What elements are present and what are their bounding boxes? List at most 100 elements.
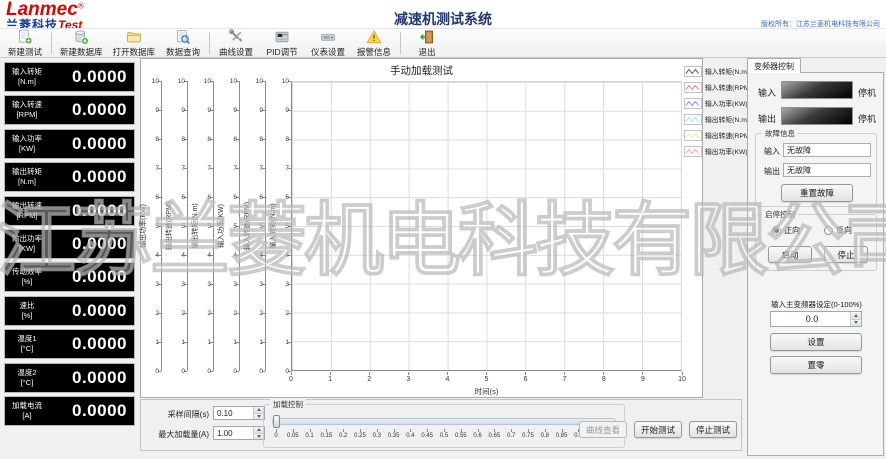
tab-inverter-control[interactable]: 变频器控制 [747, 58, 801, 73]
readout-name: 输出转矩 [12, 167, 42, 177]
x-tick-label: 6 [523, 376, 528, 383]
readout-name: 输入转速 [12, 100, 42, 110]
x-tick-mark [446, 372, 448, 375]
fault-info-group-title: 故障信息 [762, 128, 798, 139]
start-button[interactable]: 启动 [768, 246, 812, 263]
run-control-group: 启停控制 正向 反向 启动 停止 [755, 209, 877, 271]
readout-value: 0.0000 [72, 100, 127, 119]
max-load-input[interactable] [213, 426, 265, 440]
slider-tick-mark [494, 429, 496, 432]
toolbar-button-label: 曲线设置 [219, 46, 254, 57]
slider-tick-mark [477, 429, 479, 432]
forward-radio-label: 正向 [784, 226, 800, 235]
x-tick-label: 10 [678, 376, 686, 383]
readout-unit: [°C] [20, 378, 34, 387]
load-slider-thumb[interactable] [273, 415, 280, 428]
x-tick-label: 2 [367, 376, 372, 383]
setpoint-spinner[interactable] [850, 312, 861, 326]
set-button[interactable]: 设置 [770, 333, 862, 351]
x-axis-label: 时间(s) [474, 387, 499, 396]
legend-item: 输出转矩(N.m) [684, 111, 750, 127]
curve-view-button[interactable]: 曲线查看 [579, 421, 627, 438]
reverse-radio[interactable]: 反向 [824, 225, 852, 236]
slider-tick-mark [393, 429, 395, 432]
readout-value: 0.0000 [72, 167, 127, 186]
forward-radio[interactable]: 正向 [772, 225, 800, 236]
readouts-panel: 输入转矩 [N.m] 0.0000 输入转速 [RPM] 0.0000 输入功率 [KW] 0.… [4, 62, 135, 432]
fault-output-field[interactable] [783, 163, 871, 177]
legend-item: 输出功率(KW) [684, 143, 750, 159]
fault-info-group: 故障信息 输入 输出 重置故障 [755, 128, 877, 207]
x-tick-label: 5 [484, 376, 489, 383]
output-label: 输出 [758, 114, 777, 124]
toolbar: 新建测试 新建数据库 打开数据库 数据查询 曲线设置 PID调节 仪表设置 报警信息 退出 [0, 28, 886, 58]
legend-item: 输入功率(KW) [684, 95, 750, 111]
readout-value: 0.0000 [72, 234, 127, 253]
legend-label: 输出转矩(N.m) [705, 117, 750, 124]
toolbar-button-curve-settings[interactable]: 曲线设置 [213, 28, 259, 57]
x-axis: 0 1 2 3 4 5 6 7 8 9 10 [141, 59, 702, 397]
open-database-icon [126, 29, 142, 45]
slider-tick-mark [309, 429, 311, 432]
toolbar-button-exit[interactable]: 退出 [404, 29, 450, 57]
alarm-info-icon [366, 29, 382, 45]
sample-interval-value[interactable] [214, 407, 253, 419]
reset-fault-button[interactable]: 重置故障 [781, 184, 853, 202]
readout-label: 输入转矩 [N.m] [5, 67, 49, 87]
instrument-settings-icon [320, 29, 336, 45]
data-query-icon [175, 29, 191, 45]
slider-tick-mark [292, 429, 294, 432]
spin-down-icon[interactable] [851, 318, 861, 326]
readout-value: 0.0000 [72, 368, 127, 387]
readout-name: 输入转矩 [12, 67, 42, 77]
fault-input-field[interactable] [783, 143, 871, 157]
legend-item: 输出转速(RPM) [684, 127, 752, 143]
legend-item: 输入转矩(N.m) [684, 63, 750, 79]
legend-line-icon [684, 145, 702, 157]
zero-button[interactable]: 置零 [770, 356, 862, 374]
toolbar-button-open-database[interactable]: 打开数据库 [108, 29, 161, 57]
toolbar-button-new-database[interactable]: 新建数据库 [55, 29, 108, 57]
legend-label: 输入功率(KW) [705, 101, 748, 108]
chart-legend: 输入转矩(N.m) 输入转速(RPM) 输入功率(KW) 输出转矩(N.m) 输出转速(… [684, 63, 752, 159]
max-load-value[interactable] [214, 427, 253, 439]
slider-tick-mark [343, 429, 345, 432]
reverse-radio-label: 反向 [836, 226, 852, 235]
setpoint-input[interactable] [770, 311, 862, 327]
x-tick-label: 1 [328, 376, 333, 383]
x-tick-label: 3 [406, 376, 411, 383]
sample-interval-input[interactable] [213, 406, 265, 420]
slider-tick-mark [460, 429, 462, 432]
readout-name: 加载电流 [12, 401, 42, 411]
load-slider-track[interactable] [272, 418, 616, 425]
toolbar-divider [400, 32, 402, 54]
x-tick-label: 8 [601, 376, 606, 383]
toolbar-button-label: 报警信息 [357, 46, 392, 57]
stop-button[interactable]: 停止 [824, 246, 868, 263]
toolbar-button-new-test[interactable]: 新建测试 [2, 29, 48, 57]
readout-value: 0.0000 [72, 334, 127, 353]
logo-text: Lanmec [6, 0, 78, 20]
input-label: 输入 [758, 88, 777, 98]
readout-label: 输出功率 [KW] [5, 234, 49, 254]
start-test-button[interactable]: 开始测试 [634, 421, 682, 438]
setpoint-value[interactable] [771, 312, 850, 326]
toolbar-button-instrument-settings[interactable]: 仪表设置 [305, 29, 351, 57]
readout-label: 加载电流 [A] [5, 401, 49, 421]
output-status-text: 停机 [858, 114, 877, 124]
x-tick-mark [642, 372, 644, 375]
x-tick-mark [486, 372, 487, 375]
toolbar-button-label: 数据查询 [166, 46, 201, 57]
toolbar-button-pid-tuning[interactable]: PID调节 [259, 29, 305, 57]
legend-line-icon [684, 97, 702, 109]
exit-icon [419, 29, 435, 45]
readout-unit: [RPM] [16, 211, 38, 220]
toolbar-button-data-query[interactable]: 数据查询 [160, 29, 206, 57]
stop-test-button[interactable]: 停止测试 [689, 421, 737, 438]
readout-speed-ratio: 速比 [%] 0.0000 [4, 296, 135, 326]
chart-panel: 手动加载测试 0 1 2 3 4 5 6 7 8 9 10 输出功率(KW) 0 1 2 3 4 5 6 7 8 9 10 输… [140, 58, 703, 398]
legend-line-icon [684, 113, 702, 125]
legend-label: 输出功率(KW) [705, 149, 748, 156]
toolbar-button-alarm-info[interactable]: 报警信息 [351, 29, 397, 57]
input-status-text: 停机 [858, 88, 877, 98]
